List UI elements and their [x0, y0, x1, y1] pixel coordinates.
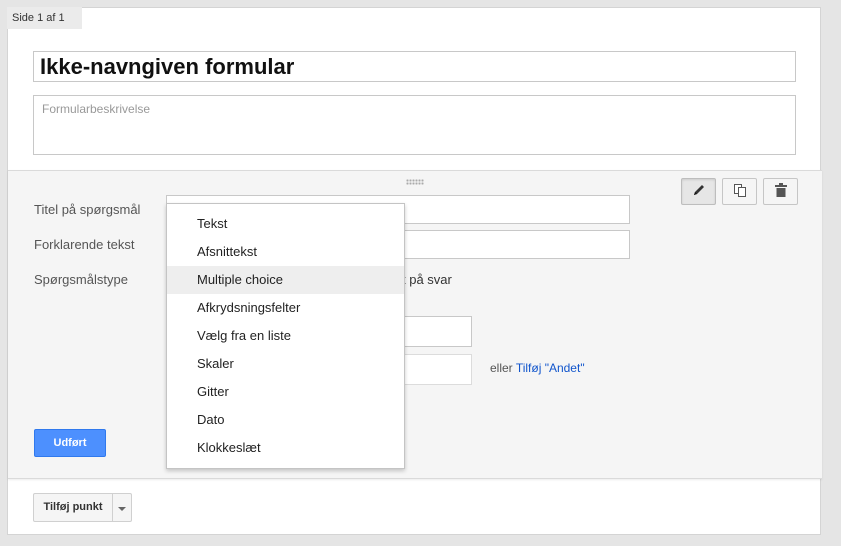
trash-icon: [774, 183, 787, 200]
edit-button[interactable]: [681, 178, 716, 205]
menu-item-scale[interactable]: Skaler: [167, 350, 404, 378]
page-indicator: Side 1 af 1: [7, 7, 82, 29]
question-type-menu: Tekst Afsnittekst Multiple choice Afkryd…: [166, 203, 405, 469]
add-item-label[interactable]: Tilføj punkt: [34, 494, 113, 521]
form-description-input[interactable]: Formularbeskrivelse: [33, 95, 796, 155]
pencil-icon: [692, 183, 706, 200]
question-type-label: Spørgsmålstype: [34, 272, 128, 287]
add-item-dropdown[interactable]: [113, 494, 131, 521]
add-option-input[interactable]: [395, 354, 472, 385]
menu-item-text[interactable]: Tekst: [167, 210, 404, 238]
form-title-input[interactable]: Ikke-navngiven formular: [33, 51, 796, 82]
add-other-link[interactable]: Tilføj "Andet": [516, 361, 585, 375]
add-item-button[interactable]: Tilføj punkt: [33, 493, 132, 522]
chevron-down-icon: [118, 500, 126, 515]
delete-button[interactable]: [763, 178, 798, 205]
question-title-label: Titel på spørgsmål: [34, 202, 141, 217]
menu-item-checkboxes[interactable]: Afkrydsningsfelter: [167, 294, 404, 322]
help-text-label: Forklarende tekst: [34, 237, 135, 252]
drag-handle[interactable]: [406, 179, 424, 185]
other-prefix: eller: [490, 361, 513, 375]
menu-item-multiple-choice[interactable]: Multiple choice: [167, 266, 404, 294]
duplicate-button[interactable]: [722, 178, 757, 205]
answer-option-text: t på svar: [402, 272, 452, 287]
menu-item-paragraph-text[interactable]: Afsnittekst: [167, 238, 404, 266]
menu-item-date[interactable]: Dato: [167, 406, 404, 434]
done-button[interactable]: Udført: [34, 429, 106, 457]
choice-option-input[interactable]: [395, 316, 472, 347]
add-other-row: eller Tilføj "Andet": [490, 361, 585, 375]
menu-item-time[interactable]: Klokkeslæt: [167, 434, 404, 462]
menu-item-choose-from-list[interactable]: Vælg fra en liste: [167, 322, 404, 350]
menu-item-grid[interactable]: Gitter: [167, 378, 404, 406]
copy-icon: [733, 183, 747, 201]
